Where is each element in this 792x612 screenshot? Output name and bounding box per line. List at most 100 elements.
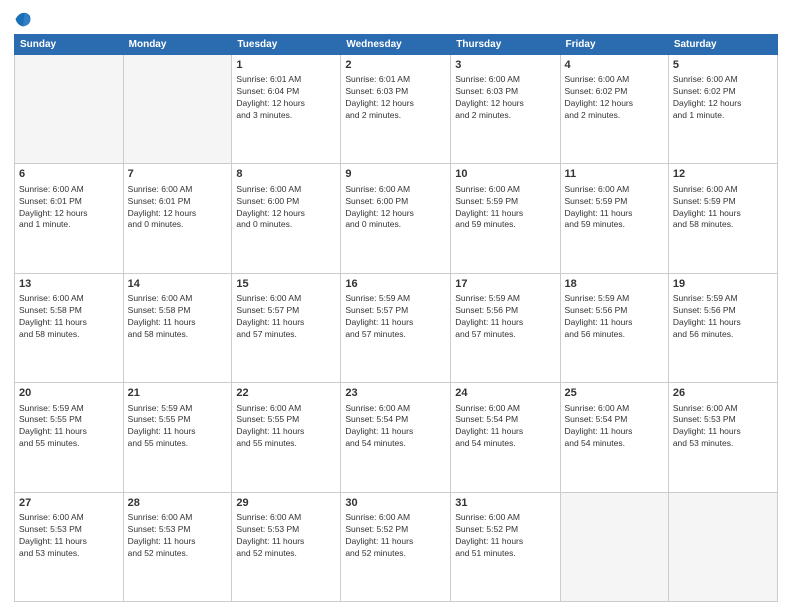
calendar-header-row: SundayMondayTuesdayWednesdayThursdayFrid… <box>15 35 778 55</box>
week-row-1: 1Sunrise: 6:01 AMSunset: 6:04 PMDaylight… <box>15 55 778 164</box>
day-info: Sunset: 5:56 PM <box>455 305 555 317</box>
day-cell: 6Sunrise: 6:00 AMSunset: 6:01 PMDaylight… <box>15 164 124 273</box>
day-info: Daylight: 11 hours <box>455 536 555 548</box>
day-info: Sunrise: 5:59 AM <box>455 293 555 305</box>
day-info: Sunset: 5:56 PM <box>673 305 773 317</box>
day-cell: 25Sunrise: 6:00 AMSunset: 5:54 PMDayligh… <box>560 383 668 492</box>
day-number: 24 <box>455 386 555 401</box>
day-info: and 59 minutes. <box>565 219 664 231</box>
day-info: Sunrise: 5:59 AM <box>128 403 228 415</box>
day-info: and 55 minutes. <box>128 438 228 450</box>
day-info: and 1 minute. <box>673 110 773 122</box>
day-number: 1 <box>236 58 336 73</box>
day-cell: 31Sunrise: 6:00 AMSunset: 5:52 PMDayligh… <box>451 492 560 601</box>
day-number: 15 <box>236 277 336 292</box>
day-number: 29 <box>236 496 336 511</box>
day-info: Sunset: 5:58 PM <box>128 305 228 317</box>
day-cell: 9Sunrise: 6:00 AMSunset: 6:00 PMDaylight… <box>341 164 451 273</box>
day-info: Sunset: 5:53 PM <box>673 414 773 426</box>
day-info: and 2 minutes. <box>565 110 664 122</box>
day-info: Sunrise: 5:59 AM <box>565 293 664 305</box>
day-info: Sunset: 5:59 PM <box>565 196 664 208</box>
day-info: and 54 minutes. <box>565 438 664 450</box>
day-info: and 53 minutes. <box>673 438 773 450</box>
day-info: Daylight: 12 hours <box>455 98 555 110</box>
calendar-page: SundayMondayTuesdayWednesdayThursdayFrid… <box>0 0 792 612</box>
day-info: and 2 minutes. <box>345 110 446 122</box>
day-info: Daylight: 11 hours <box>455 426 555 438</box>
day-info: Sunset: 5:58 PM <box>19 305 119 317</box>
day-info: Sunset: 6:00 PM <box>345 196 446 208</box>
day-info: Sunset: 5:55 PM <box>19 414 119 426</box>
day-info: Daylight: 11 hours <box>19 426 119 438</box>
day-info: and 52 minutes. <box>128 548 228 560</box>
day-info: Sunset: 5:59 PM <box>455 196 555 208</box>
day-info: Daylight: 11 hours <box>455 317 555 329</box>
day-cell <box>15 55 124 164</box>
header-cell-saturday: Saturday <box>668 35 777 55</box>
day-info: and 58 minutes. <box>19 329 119 341</box>
day-number: 22 <box>236 386 336 401</box>
day-info: Sunset: 6:00 PM <box>236 196 336 208</box>
day-info: Sunset: 5:55 PM <box>236 414 336 426</box>
day-info: Sunrise: 6:00 AM <box>345 403 446 415</box>
day-info: Sunset: 5:59 PM <box>673 196 773 208</box>
day-info: and 53 minutes. <box>19 548 119 560</box>
day-cell: 8Sunrise: 6:00 AMSunset: 6:00 PMDaylight… <box>232 164 341 273</box>
day-cell: 2Sunrise: 6:01 AMSunset: 6:03 PMDaylight… <box>341 55 451 164</box>
day-cell: 21Sunrise: 5:59 AMSunset: 5:55 PMDayligh… <box>123 383 232 492</box>
day-info: Daylight: 12 hours <box>673 98 773 110</box>
day-info: and 57 minutes. <box>236 329 336 341</box>
day-number: 3 <box>455 58 555 73</box>
day-info: Sunrise: 6:00 AM <box>19 184 119 196</box>
day-info: Sunrise: 6:00 AM <box>565 403 664 415</box>
day-cell: 28Sunrise: 6:00 AMSunset: 5:53 PMDayligh… <box>123 492 232 601</box>
day-info: and 2 minutes. <box>455 110 555 122</box>
day-cell: 7Sunrise: 6:00 AMSunset: 6:01 PMDaylight… <box>123 164 232 273</box>
day-info: and 0 minutes. <box>345 219 446 231</box>
day-info: Daylight: 11 hours <box>19 536 119 548</box>
day-info: Daylight: 11 hours <box>236 536 336 548</box>
day-info: and 59 minutes. <box>455 219 555 231</box>
day-number: 6 <box>19 167 119 182</box>
day-cell: 1Sunrise: 6:01 AMSunset: 6:04 PMDaylight… <box>232 55 341 164</box>
day-cell: 11Sunrise: 6:00 AMSunset: 5:59 PMDayligh… <box>560 164 668 273</box>
day-info: and 58 minutes. <box>673 219 773 231</box>
day-info: Sunrise: 6:00 AM <box>128 184 228 196</box>
header-cell-wednesday: Wednesday <box>341 35 451 55</box>
day-info: Daylight: 11 hours <box>19 317 119 329</box>
day-number: 16 <box>345 277 446 292</box>
logo-icon <box>14 10 32 28</box>
day-info: Sunrise: 5:59 AM <box>19 403 119 415</box>
day-info: Daylight: 11 hours <box>345 536 446 548</box>
day-info: Sunrise: 6:00 AM <box>236 184 336 196</box>
day-cell: 3Sunrise: 6:00 AMSunset: 6:03 PMDaylight… <box>451 55 560 164</box>
week-row-2: 6Sunrise: 6:00 AMSunset: 6:01 PMDaylight… <box>15 164 778 273</box>
day-info: Sunrise: 6:00 AM <box>455 74 555 86</box>
day-number: 10 <box>455 167 555 182</box>
day-number: 27 <box>19 496 119 511</box>
day-info: Sunrise: 5:59 AM <box>673 293 773 305</box>
day-info: and 54 minutes. <box>455 438 555 450</box>
day-info: Sunrise: 6:00 AM <box>455 512 555 524</box>
day-info: Sunrise: 6:01 AM <box>345 74 446 86</box>
day-number: 14 <box>128 277 228 292</box>
day-info: Daylight: 11 hours <box>345 317 446 329</box>
day-number: 20 <box>19 386 119 401</box>
day-info: Daylight: 11 hours <box>673 317 773 329</box>
day-info: Daylight: 11 hours <box>455 208 555 220</box>
day-info: Daylight: 11 hours <box>128 536 228 548</box>
day-info: and 0 minutes. <box>236 219 336 231</box>
day-info: Daylight: 11 hours <box>345 426 446 438</box>
day-cell: 18Sunrise: 5:59 AMSunset: 5:56 PMDayligh… <box>560 273 668 382</box>
day-info: Sunset: 6:03 PM <box>455 86 555 98</box>
day-info: and 3 minutes. <box>236 110 336 122</box>
day-number: 23 <box>345 386 446 401</box>
header <box>14 10 778 28</box>
calendar-body: 1Sunrise: 6:01 AMSunset: 6:04 PMDaylight… <box>15 55 778 602</box>
day-number: 30 <box>345 496 446 511</box>
day-cell: 27Sunrise: 6:00 AMSunset: 5:53 PMDayligh… <box>15 492 124 601</box>
day-info: and 51 minutes. <box>455 548 555 560</box>
day-info: and 57 minutes. <box>455 329 555 341</box>
day-info: Sunrise: 6:00 AM <box>565 184 664 196</box>
